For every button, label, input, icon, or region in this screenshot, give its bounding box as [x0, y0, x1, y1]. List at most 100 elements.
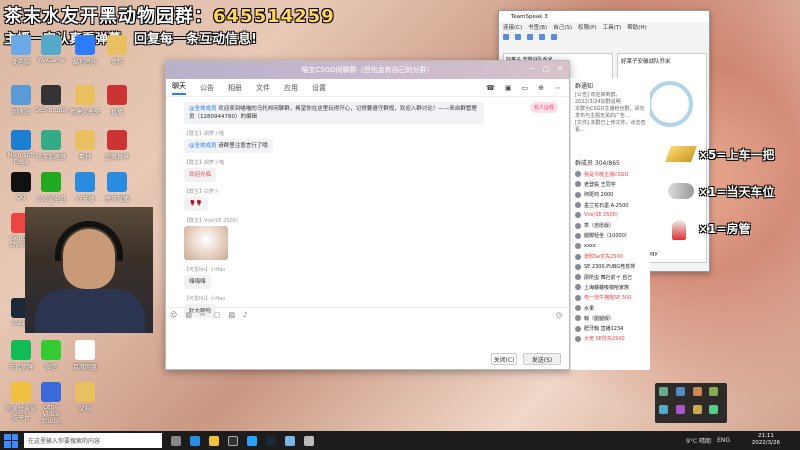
mic-icon[interactable]: ♪: [243, 311, 247, 319]
ts-menu-permissions[interactable]: 权限(P): [578, 23, 597, 31]
sender-name[interactable]: 【群主】胡萝卜喵: [184, 159, 558, 166]
member-item[interactable]: 老登般 王同学: [575, 179, 646, 189]
tray-app-icon[interactable]: [304, 435, 314, 446]
sender-name[interactable]: 【可爱hh】小Hao: [184, 266, 558, 273]
ts-menu-tools[interactable]: 工具(T): [603, 23, 622, 31]
member-item[interactable]: 我是今晚主播CSGO: [575, 169, 646, 179]
ts-tool-icon[interactable]: [515, 34, 521, 40]
folder-icon[interactable]: ▢: [214, 311, 221, 319]
steam-icon[interactable]: [266, 435, 276, 446]
ts-menu-self[interactable]: 自己(S): [553, 23, 572, 31]
member-item[interactable]: 乖（自愿版）: [575, 220, 646, 230]
tray-app-icon[interactable]: [709, 404, 719, 414]
qq-icon[interactable]: [247, 435, 257, 446]
desktop-icon[interactable]: QQ: [4, 172, 38, 201]
desktop-icon[interactable]: 资料: [100, 35, 134, 66]
task-view-icon[interactable]: [171, 435, 181, 446]
tab-apps[interactable]: 应用: [284, 83, 298, 93]
maximize-icon[interactable]: □: [543, 65, 550, 73]
desktop-icon[interactable]: 此电脑: [4, 35, 38, 66]
mention-link[interactable]: @全体成员: [189, 143, 217, 149]
send-button[interactable]: 发送(S): [523, 353, 561, 365]
desktop-icon[interactable]: YY开播: [68, 172, 102, 203]
sender-name[interactable]: 【可爱hh】小Hao: [184, 295, 558, 302]
member-count[interactable]: 群成员 304/865: [575, 158, 646, 167]
teamspeak-icon[interactable]: [285, 435, 295, 446]
tray-app-icon[interactable]: [692, 387, 702, 396]
phone-icon[interactable]: ☎: [486, 84, 495, 92]
desktop-icon[interactable]: 文档: [68, 382, 102, 413]
desktop-icon[interactable]: 素材: [68, 130, 102, 161]
tab-files[interactable]: 文件: [256, 83, 270, 93]
member-item[interactable]: 上海蛐蛐吸咖哈家族: [575, 282, 646, 292]
clock[interactable]: 21:11 2022/3/26: [752, 433, 780, 447]
close-button[interactable]: 关闭(C): [491, 353, 517, 365]
desktop-icon[interactable]: 新建文件夹: [68, 85, 102, 116]
desktop-icon[interactable]: Ottre Video Studio: [34, 382, 68, 425]
emoji-icon[interactable]: ☺: [170, 311, 177, 319]
member-item[interactable]: Vce(SE 2500): [575, 210, 646, 220]
minimize-icon[interactable]: ─: [530, 65, 534, 73]
desktop-icon[interactable]: OBS Studio: [34, 85, 68, 114]
language-indicator[interactable]: ENG: [717, 437, 730, 444]
desktop-icon[interactable]: 虎牙直播: [100, 172, 134, 203]
share-screen-icon[interactable]: ▭: [522, 84, 529, 92]
gif-icon[interactable]: ▤: [185, 311, 192, 319]
tray-app-icon[interactable]: [709, 387, 719, 396]
history-icon[interactable]: ◷: [556, 311, 562, 319]
member-item[interactable]: 腿脚轻坐（10000）: [575, 231, 646, 241]
ts-menu-bookmarks[interactable]: 书签(B): [528, 23, 547, 31]
image-icon[interactable]: ▧: [228, 311, 235, 319]
tray-app-icon[interactable]: [692, 404, 702, 414]
ts-menu-help[interactable]: 帮助(H): [627, 23, 646, 31]
ts-tool-icon[interactable]: [551, 34, 557, 40]
ts-tool-icon[interactable]: [527, 34, 533, 40]
member-item[interactable]: 水果: [575, 303, 646, 313]
desktop-icon[interactable]: Microsoft Edge: [4, 130, 38, 166]
tab-announcement[interactable]: 公告: [200, 83, 214, 93]
member-item[interactable]: 电一饱牛拥抱SE 500: [575, 293, 646, 303]
desktop-icon[interactable]: WeGame: [34, 35, 68, 64]
member-item[interactable]: 墨兰花石墨 A-2500: [575, 200, 646, 210]
member-item[interactable]: 肥牙翰 直播1234: [575, 323, 646, 333]
ts-tool-icon[interactable]: [539, 34, 545, 40]
member-item[interactable]: 翰（腿腿版）: [575, 313, 646, 323]
tray-app-icon[interactable]: [659, 387, 668, 396]
more-icon[interactable]: ⋯: [554, 84, 561, 92]
member-item[interactable]: 阿斑鸠 2000: [575, 190, 646, 200]
desktop-icon[interactable]: 直播: [100, 85, 134, 116]
taskbar-search-input[interactable]: 在这里输入你要搜索的内容: [24, 433, 162, 448]
weather-status[interactable]: 9°C 晴朗: [686, 436, 711, 445]
tray-app-icon[interactable]: [675, 404, 685, 414]
desktop-icon[interactable]: 微信: [34, 340, 68, 371]
desktop-icon[interactable]: 酷狗音乐: [68, 35, 102, 66]
sender-name[interactable]: 【群主】胡萝卜喵: [184, 130, 558, 137]
teamspeak-titlebar[interactable]: TeamSpeak 3: [499, 11, 709, 22]
member-item[interactable]: 渡鸦Se优先2500: [575, 251, 646, 261]
member-item[interactable]: 厕所虫 舞社前十 自己: [575, 272, 646, 282]
video-icon[interactable]: ▣: [505, 84, 512, 92]
desktop-icon[interactable]: 360安全卫士: [34, 172, 68, 212]
desktop-icon[interactable]: 万代蓝牌: [4, 340, 38, 371]
mention-badge[interactable]: 有人@我: [529, 102, 558, 113]
notice-title[interactable]: 群通知: [575, 81, 646, 90]
windows-start-icon[interactable]: [4, 433, 18, 448]
tab-chat[interactable]: 聊天: [172, 81, 186, 95]
desktop-icon[interactable]: 迅游加速器: [34, 130, 68, 161]
ts-menu-connect[interactable]: 连接(C): [503, 23, 522, 31]
desktop-icon[interactable]: 完美世界竞技平台: [4, 382, 38, 422]
desktop-icon[interactable]: 百度网盘: [68, 340, 102, 371]
member-list[interactable]: 我是今晚主播CSGO 老登般 王同学 阿斑鸠 2000 墨兰花石墨 A-2500 Vce…: [575, 169, 646, 344]
member-item[interactable]: SE 2300,PUBG竞技排: [575, 262, 646, 272]
member-item[interactable]: xxxx: [575, 241, 646, 251]
message-image[interactable]: [184, 226, 228, 260]
tab-album[interactable]: 相册: [228, 83, 242, 93]
tray-app-icon[interactable]: [659, 404, 668, 414]
close-icon[interactable]: ✕: [557, 65, 563, 73]
desktop-icon[interactable]: 完美世界: [100, 130, 134, 161]
qq-group-chat-window[interactable]: 喵宝CSGO闲聊群（但也会有自己的分群） ─ □ ✕ 聊天 公告 相册 文件 应用 …: [165, 60, 570, 370]
ts-tool-icon[interactable]: [503, 34, 509, 40]
edge-icon[interactable]: [190, 435, 200, 446]
obs-icon[interactable]: [228, 435, 238, 446]
tray-app-icon[interactable]: [675, 387, 685, 396]
